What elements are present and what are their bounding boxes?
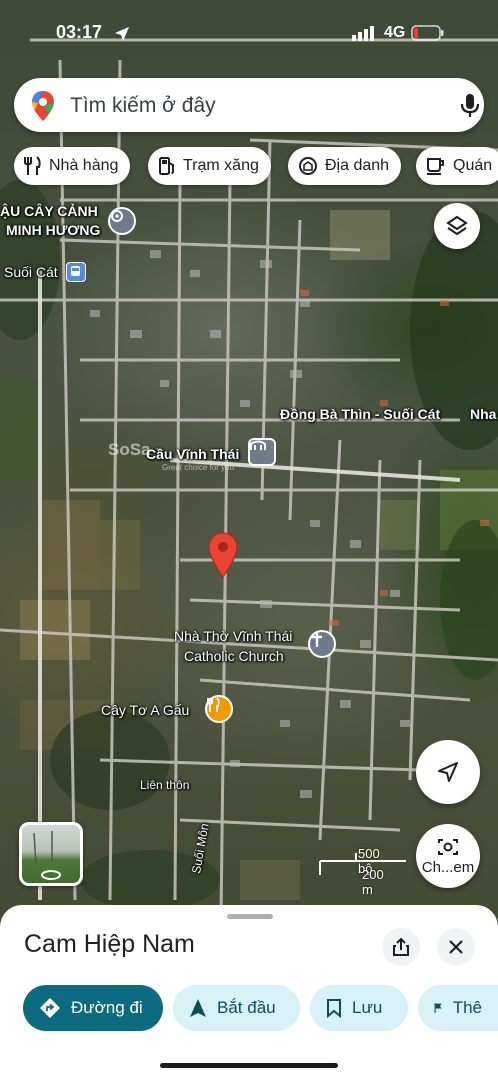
red-pin-icon bbox=[208, 532, 238, 578]
map-label-cay-to[interactable]: Cây Tơ A Gấu bbox=[101, 702, 189, 719]
layers-icon bbox=[446, 215, 468, 236]
chip-cafes[interactable]: Quán bbox=[416, 147, 498, 185]
start-button[interactable]: Bắt đầu bbox=[173, 985, 300, 1031]
street-view-thumbnail[interactable] bbox=[19, 822, 83, 886]
add-label-button[interactable]: Thê bbox=[418, 985, 498, 1031]
search-input[interactable]: Tìm kiếm ở đây bbox=[70, 94, 216, 118]
my-location-button[interactable] bbox=[416, 740, 480, 804]
map-label-dong-ba-thin[interactable]: Đồng Bà Thìn - Suối Cát bbox=[280, 406, 440, 423]
status-indicators: 4G bbox=[352, 24, 445, 42]
chip-gas-stations[interactable]: Trạm xăng bbox=[148, 147, 271, 185]
battery-icon bbox=[411, 25, 444, 41]
chip-label: Địa danh bbox=[325, 157, 390, 174]
bridge-icon[interactable] bbox=[248, 438, 276, 466]
location-dot-icon bbox=[111, 210, 123, 222]
close-button[interactable] bbox=[437, 928, 475, 966]
map-label-church-en[interactable]: Catholic Church bbox=[184, 648, 284, 665]
bookmark-icon bbox=[327, 999, 341, 1018]
share-button[interactable] bbox=[382, 928, 420, 966]
restaurant-icon bbox=[24, 156, 41, 175]
save-label: Lưu bbox=[352, 998, 383, 1017]
navigation-arrow-icon bbox=[190, 999, 206, 1017]
watermark-tagline: Great choice for you bbox=[162, 463, 235, 472]
google-maps-logo-icon bbox=[32, 91, 54, 121]
camera-search-button[interactable]: Ch...em bbox=[416, 824, 480, 888]
network-type: 4G bbox=[384, 24, 406, 41]
bus-stop-icon[interactable] bbox=[66, 262, 86, 282]
status-time: 03:17 bbox=[56, 22, 103, 42]
signal-bars-icon bbox=[352, 26, 374, 41]
map-label-lien-thon: Liên thôn bbox=[140, 778, 190, 792]
home-indicator[interactable] bbox=[160, 1063, 338, 1068]
chip-label: Trạm xăng bbox=[183, 157, 259, 174]
search-bar[interactable]: Tìm kiếm ở đây bbox=[14, 78, 484, 132]
map-label-church[interactable]: Nhà Thờ Vĩnh Thái bbox=[174, 628, 292, 645]
directions-label: Đường đi bbox=[71, 998, 143, 1017]
save-button[interactable]: Lưu bbox=[310, 985, 408, 1031]
chip-restaurants[interactable]: Nhà hàng bbox=[14, 147, 131, 185]
chip-label: Nhà hàng bbox=[49, 157, 119, 174]
camera-button-label: Ch...em bbox=[421, 858, 475, 876]
chip-landmarks[interactable]: Địa danh bbox=[288, 147, 402, 185]
scale-bar bbox=[319, 853, 406, 875]
directions-button[interactable]: Đường đi bbox=[23, 985, 163, 1031]
map-label-nursery-line2[interactable]: MINH HƯƠNG bbox=[6, 222, 100, 239]
start-label: Bắt đầu bbox=[217, 998, 276, 1017]
location-arrow-icon bbox=[115, 27, 129, 41]
map-label-cau-vinh-thai[interactable]: Cầu Vĩnh Thái bbox=[146, 446, 239, 463]
watermark-text: SoSa bbox=[108, 440, 151, 459]
microphone-icon[interactable] bbox=[460, 93, 480, 119]
layers-button[interactable] bbox=[434, 203, 480, 249]
share-icon bbox=[393, 937, 409, 956]
flag-icon bbox=[434, 1003, 442, 1013]
chip-label: Quán bbox=[453, 157, 493, 174]
navigation-arrow-icon bbox=[438, 762, 458, 782]
add-label-label: Thê bbox=[452, 998, 482, 1017]
directions-icon bbox=[40, 998, 60, 1018]
street-view-icon bbox=[33, 831, 61, 880]
poi-pin-nursery[interactable] bbox=[108, 207, 136, 235]
landmark-icon bbox=[299, 157, 317, 175]
coffee-icon bbox=[427, 158, 444, 175]
camera-lens-icon bbox=[438, 838, 458, 855]
church-icon[interactable] bbox=[308, 630, 336, 658]
place-title: Cam Hiệp Nam bbox=[24, 930, 195, 958]
gas-station-icon bbox=[159, 157, 174, 175]
close-icon bbox=[449, 940, 463, 954]
map-label-suoi-cat[interactable]: Suối Cát bbox=[4, 264, 58, 281]
map-label-nursery[interactable]: ẬU CÂY CẢNH bbox=[0, 203, 98, 220]
sheet-drag-handle[interactable] bbox=[227, 914, 273, 919]
restaurant-pin-icon[interactable] bbox=[205, 695, 233, 723]
map-label-nha[interactable]: Nha bbox=[470, 406, 496, 423]
